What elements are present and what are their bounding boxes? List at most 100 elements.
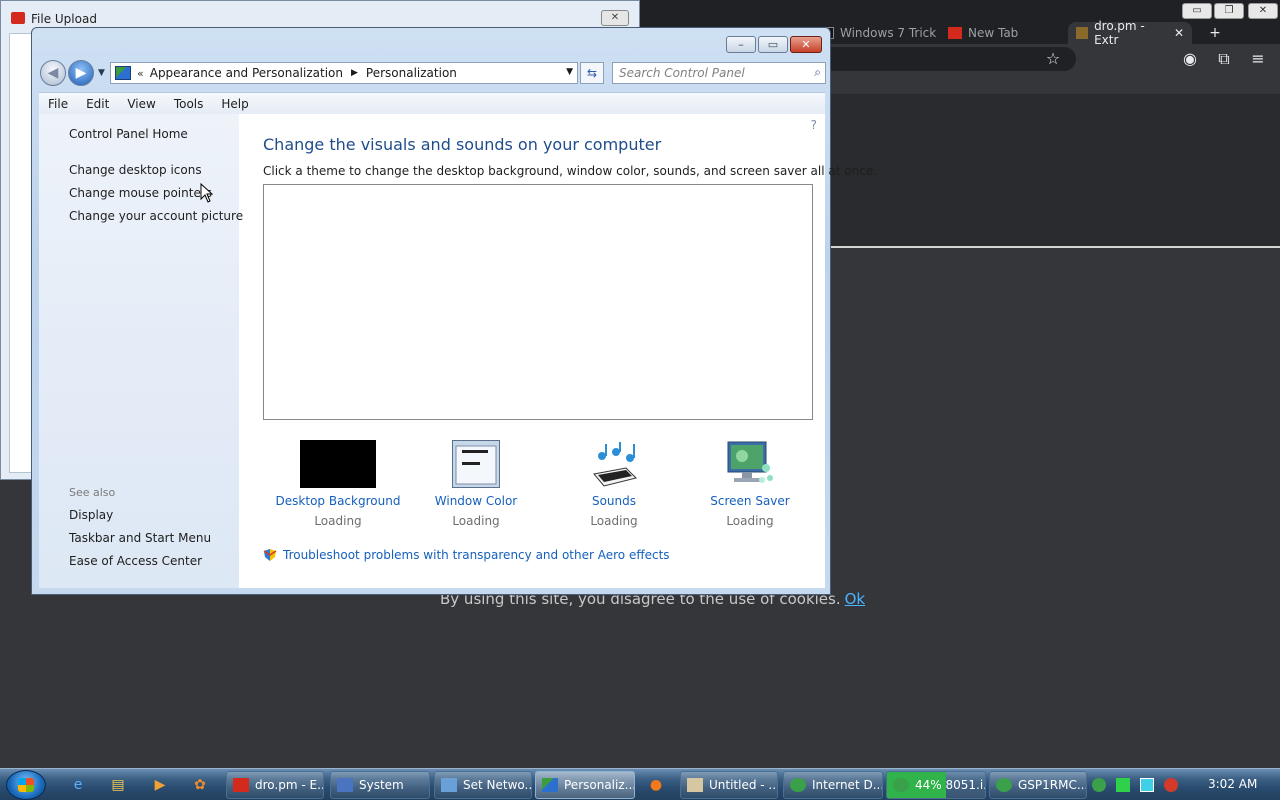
profile-icon[interactable]: ◉ xyxy=(1181,50,1199,68)
taskbar-button-gsp1rmc[interactable]: GSP1RMC... xyxy=(989,771,1087,799)
browser-tab-windows7trick[interactable]: Windows 7 Trick xyxy=(820,22,936,44)
menu-bar: File Edit View Tools Help xyxy=(39,92,825,114)
help-icon[interactable]: ? xyxy=(811,118,817,132)
breadcrumb-overflow[interactable]: « xyxy=(137,67,144,80)
menu-view[interactable]: View xyxy=(118,97,164,111)
maximize-button[interactable]: ▭ xyxy=(758,36,788,53)
page-title: Change the visuals and sounds on your co… xyxy=(263,135,662,154)
taskbar-button-label: dro.pm - E... xyxy=(255,778,324,792)
change-account-picture-link[interactable]: Change your account picture xyxy=(69,209,243,223)
option-label[interactable]: Window Color xyxy=(407,494,545,508)
forward-button[interactable]: ▶ xyxy=(68,60,94,86)
option-label[interactable]: Sounds xyxy=(545,494,683,508)
control-panel-window: – ▭ ✕ ◀ ▶ ▼ « Appearance and Personaliza… xyxy=(31,27,877,595)
mail-icon xyxy=(948,27,962,39)
search-box[interactable]: ⌕ xyxy=(612,62,826,84)
troubleshoot-label[interactable]: Troubleshoot problems with transparency … xyxy=(283,548,670,562)
menu-edit[interactable]: Edit xyxy=(77,97,118,111)
network-icon xyxy=(441,778,457,792)
system-clock[interactable]: 3:02 AM xyxy=(1208,777,1257,791)
option-status: Loading xyxy=(590,514,638,528)
taskbar-button-personalization[interactable]: Personaliz... xyxy=(535,771,635,799)
firefox-icon[interactable]: ● xyxy=(646,775,666,795)
breadcrumb-personalization[interactable]: Personalization xyxy=(366,66,457,80)
ease-of-access-link[interactable]: Ease of Access Center xyxy=(69,554,202,568)
close-button[interactable]: ✕ xyxy=(601,10,629,26)
desktop-background-icon xyxy=(300,440,376,488)
taskbar-button-network[interactable]: Set Netwo... xyxy=(434,771,532,799)
media-player-icon[interactable]: ▶ xyxy=(150,775,170,795)
new-tab-plus-icon[interactable]: + xyxy=(1206,24,1224,42)
taskbar-button-label: 44% 8051.i... xyxy=(915,778,985,792)
paint-icon xyxy=(687,778,703,792)
breadcrumb-separator-icon[interactable]: ▶ xyxy=(351,68,358,78)
troubleshoot-link[interactable]: Troubleshoot problems with transparency … xyxy=(263,548,670,562)
tray-globe-icon[interactable] xyxy=(1092,778,1106,792)
start-button[interactable] xyxy=(6,770,46,800)
window-caption-buttons: – ▭ ✕ xyxy=(726,36,822,53)
menu-file[interactable]: File xyxy=(39,97,77,111)
close-button[interactable]: ✕ xyxy=(790,36,822,53)
browser-tab-dropm[interactable]: dro.pm - Extr ✕ xyxy=(1068,19,1192,47)
notification-area xyxy=(1092,771,1178,799)
screen-saver-option[interactable]: Screen Saver Loading xyxy=(681,440,819,528)
taskbar-start-menu-link[interactable]: Taskbar and Start Menu xyxy=(69,531,211,545)
tray-battery-icon[interactable] xyxy=(1116,778,1130,792)
tab-label: dro.pm - Extr xyxy=(1094,19,1145,47)
control-panel-home-link[interactable]: Control Panel Home xyxy=(69,127,188,141)
page-header-band xyxy=(830,94,1280,248)
close-tab-icon[interactable]: ✕ xyxy=(1174,26,1184,40)
globe-icon xyxy=(790,778,806,792)
close-button[interactable]: ✕ xyxy=(1248,3,1278,19)
desktop-background-option[interactable]: Desktop Background Loading xyxy=(269,440,407,528)
search-icon[interactable]: ⌕ xyxy=(814,65,821,80)
cookie-ok-link[interactable]: Ok xyxy=(845,590,866,608)
tray-volume-icon[interactable] xyxy=(1164,778,1178,792)
internet-explorer-icon[interactable]: e xyxy=(68,775,88,795)
address-bar[interactable] xyxy=(830,47,1076,71)
taskbar-button-download-progress[interactable]: 44% 8051.i... xyxy=(886,771,986,799)
taskbar-button-internet-download[interactable]: Internet D... xyxy=(783,771,883,799)
window-color-option[interactable]: Window Color Loading xyxy=(407,440,545,528)
menu-tools[interactable]: Tools xyxy=(165,97,213,111)
change-desktop-icons-link[interactable]: Change desktop icons xyxy=(69,163,202,177)
taskbar-button-label: System xyxy=(359,778,404,792)
tab-label: Windows 7 Trick xyxy=(840,26,937,40)
mouse-cursor-icon xyxy=(200,183,214,203)
address-dropdown-icon[interactable]: ▼ xyxy=(566,67,573,77)
minimize-button[interactable]: – xyxy=(726,36,756,53)
system-icon xyxy=(337,778,353,792)
taskbar-button-label: Set Netwo... xyxy=(463,778,532,792)
window-color-icon xyxy=(452,440,500,488)
taskbar-button-dropm[interactable]: dro.pm - E... xyxy=(226,771,324,799)
option-status: Loading xyxy=(452,514,500,528)
bookmark-star-icon[interactable]: ☆ xyxy=(1044,50,1062,68)
taskbar-button-system[interactable]: System xyxy=(330,771,430,799)
taskbar-button-label: Internet D... xyxy=(812,778,883,792)
browser-tab-newtab[interactable]: New Tab xyxy=(948,22,1018,44)
search-input[interactable] xyxy=(613,63,801,83)
main-content: ? Change the visuals and sounds on your … xyxy=(239,114,877,588)
address-bar[interactable]: « Appearance and Personalization ▶ Perso… xyxy=(110,62,578,84)
maximize-button[interactable]: ❐ xyxy=(1214,3,1244,19)
tray-network-icon[interactable] xyxy=(1140,778,1154,792)
option-label[interactable]: Screen Saver xyxy=(681,494,819,508)
extensions-icon[interactable]: ⧉ xyxy=(1215,50,1233,68)
change-mouse-pointers-link[interactable]: Change mouse pointers xyxy=(69,186,212,200)
app-launcher-icon[interactable]: ✿ xyxy=(190,775,210,795)
recent-pages-dropdown-icon[interactable]: ▼ xyxy=(98,68,105,78)
globe-icon xyxy=(996,778,1012,792)
menu-icon[interactable]: ≡ xyxy=(1249,50,1267,68)
folder-icon[interactable]: ▤ xyxy=(108,775,128,795)
theme-list[interactable] xyxy=(263,184,813,420)
taskbar-button-paint[interactable]: Untitled - ... xyxy=(680,771,778,799)
minimize-button[interactable]: ▭ xyxy=(1182,3,1212,19)
display-link[interactable]: Display xyxy=(69,508,113,522)
back-button[interactable]: ◀ xyxy=(40,60,66,86)
sounds-icon xyxy=(593,442,637,487)
menu-help[interactable]: Help xyxy=(212,97,257,111)
sounds-option[interactable]: Sounds Loading xyxy=(545,440,683,528)
refresh-button[interactable]: ⇆ xyxy=(580,62,604,84)
breadcrumb-appearance[interactable]: Appearance and Personalization xyxy=(150,66,343,80)
option-label[interactable]: Desktop Background xyxy=(269,494,407,508)
